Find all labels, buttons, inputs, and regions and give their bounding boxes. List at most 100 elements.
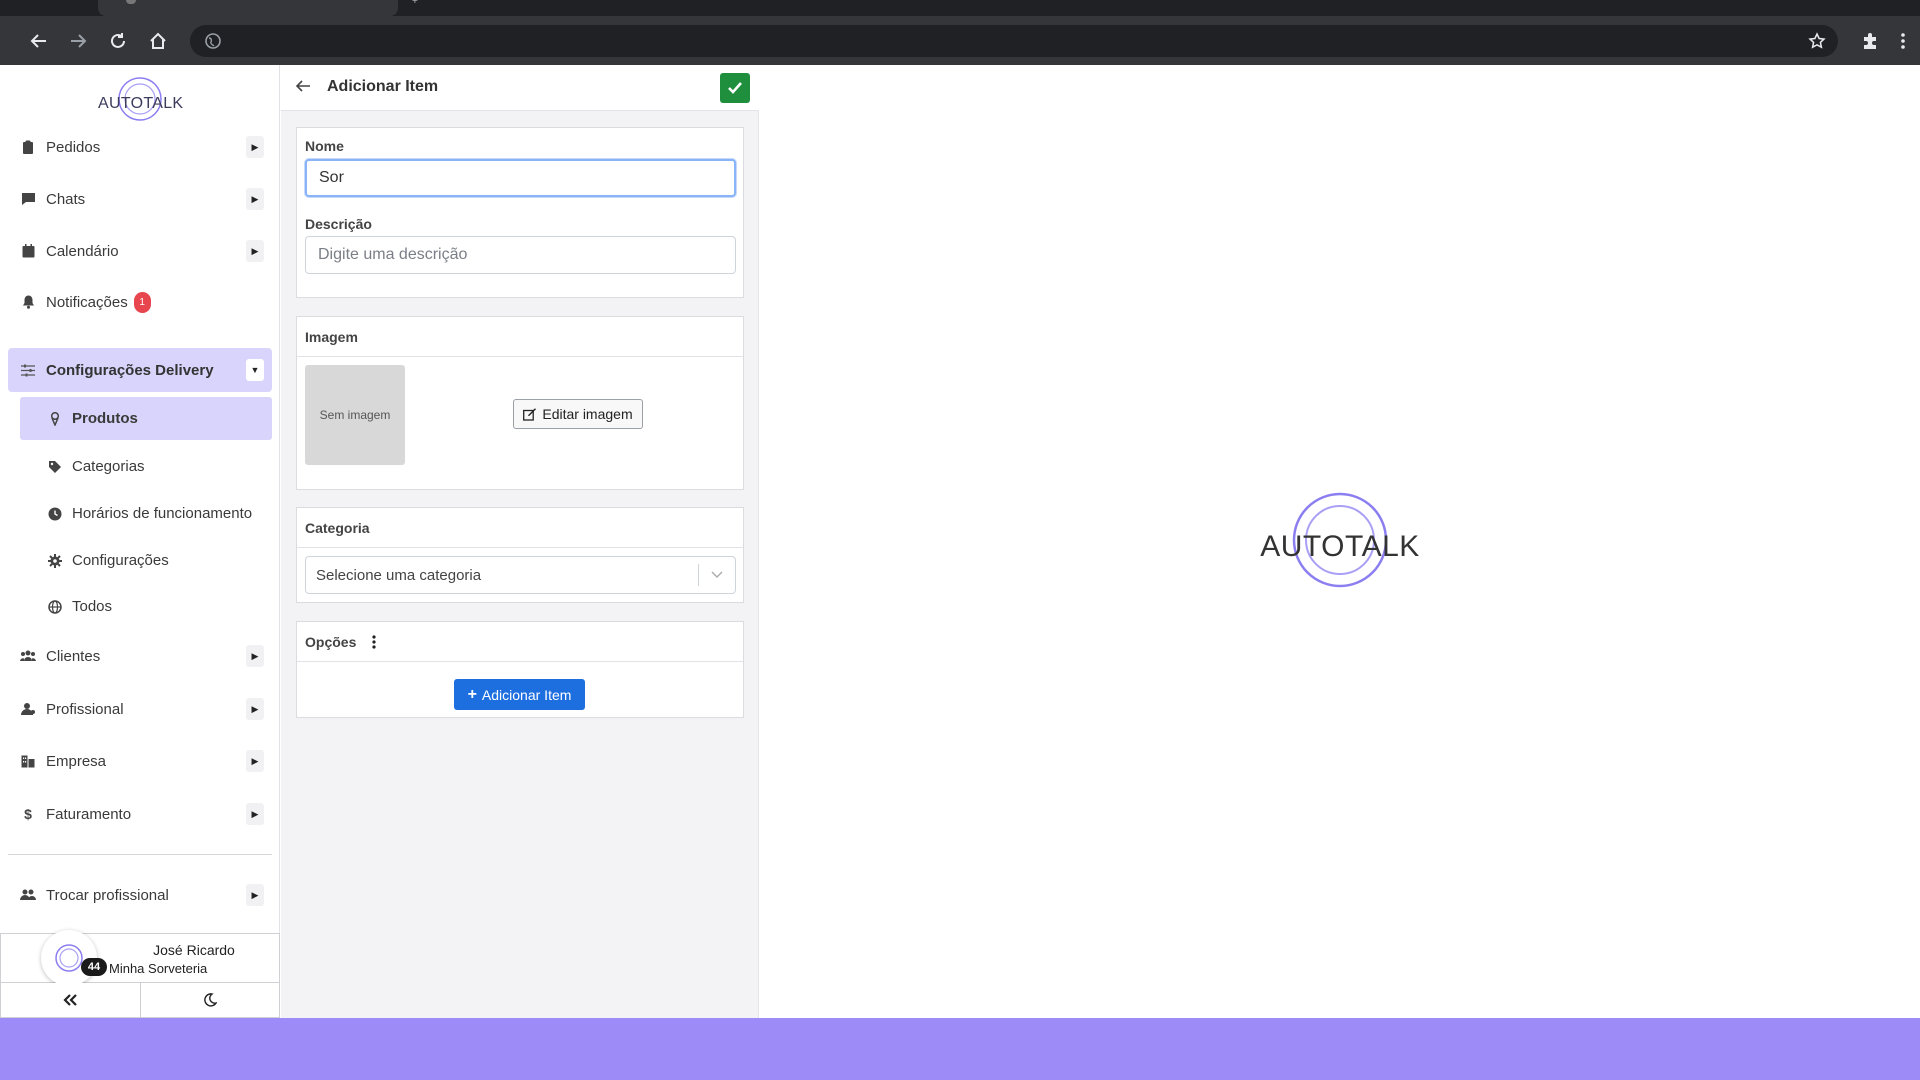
reload-icon[interactable] [103, 26, 133, 56]
sidebar-subitem-configuracoes[interactable]: Configurações [20, 539, 272, 582]
check-icon [728, 82, 742, 94]
sidebar-subitem-horarios[interactable]: Horários de funcionamento [20, 492, 272, 535]
home-icon[interactable] [143, 26, 173, 56]
ice-cream-icon [46, 411, 64, 426]
panel-header: Adicionar Item [281, 65, 759, 111]
chevron-down-icon[interactable] [699, 571, 735, 579]
user-card[interactable]: 44 José Ricardo Minha Sorveteria [0, 930, 280, 986]
sidebar-subitem-label: Todos [72, 598, 113, 615]
sidebar-item-label: Empresa [46, 752, 107, 770]
image-card: Imagem Sem imagem Editar imagem [296, 316, 744, 490]
sidebar-item-empresa[interactable]: Empresa ▶ [8, 741, 272, 781]
caret-right-icon[interactable]: ▶ [246, 188, 264, 210]
new-tab-icon[interactable]: + [412, 0, 424, 7]
category-header: Categoria [297, 508, 743, 548]
bottom-accent-bar [0, 1018, 1920, 1080]
browser-tabstrip: + [0, 0, 1920, 16]
site-info-icon[interactable] [204, 32, 222, 55]
options-card: Opções + Adicionar Item [296, 621, 744, 718]
options-header: Opções [297, 622, 743, 662]
name-input[interactable] [305, 159, 736, 197]
options-header-label: Opções [305, 633, 357, 650]
tag-icon [46, 460, 64, 474]
sidebar-item-label: Clientes [46, 647, 101, 665]
bell-icon [18, 295, 38, 309]
sidebar-subitem-label: Configurações [72, 552, 169, 569]
sidebar-item-faturamento[interactable]: $ Faturamento ▶ [8, 794, 272, 834]
sidebar-item-profissional[interactable]: Profissional ▶ [8, 689, 272, 729]
sidebar-item-calendario[interactable]: Calendário ▶ [8, 231, 272, 271]
globe-icon [46, 599, 64, 614]
dark-mode-button[interactable] [139, 983, 279, 1017]
category-select[interactable]: Selecione uma categoria [305, 556, 736, 594]
sidebar-item-configuracoes-delivery[interactable]: Configurações Delivery ▼ [8, 348, 272, 392]
caret-right-icon[interactable]: ▶ [246, 645, 264, 667]
gear-icon [46, 553, 64, 568]
caret-right-icon[interactable]: ▶ [246, 803, 264, 825]
caret-down-icon[interactable]: ▼ [246, 359, 264, 381]
sidebar-item-label: Profissional [46, 700, 124, 718]
kebab-menu-icon[interactable] [372, 634, 376, 649]
main-canvas: AUTOTALK [760, 65, 1920, 1018]
logo-text: AUTOTALK [98, 95, 184, 112]
caret-right-icon[interactable]: ▶ [246, 136, 264, 158]
moon-icon [203, 993, 217, 1007]
edit-image-label: Editar imagem [542, 406, 633, 422]
add-item-button[interactable]: + Adicionar Item [454, 679, 585, 710]
sidebar-item-label: Trocar profissional [46, 886, 169, 904]
description-label: Descrição [305, 216, 372, 232]
sidebar-item-label: Calendário [46, 242, 119, 260]
edit-image-button[interactable]: Editar imagem [513, 399, 643, 429]
sidebar-subitem-categorias[interactable]: Categorias [20, 445, 272, 488]
basic-info-card: Nome Descrição [296, 127, 744, 298]
sidebar-item-label: Faturamento [46, 805, 132, 823]
forward-icon[interactable] [63, 26, 93, 56]
user-company: Minha Sorveteria [109, 961, 208, 976]
calendar-icon [18, 244, 38, 258]
confirm-button[interactable] [720, 73, 750, 103]
back-icon[interactable] [24, 26, 54, 56]
user-count-badge: 44 [81, 958, 107, 976]
center-logo: AUTOTALK [1258, 490, 1422, 590]
sidebar-item-chats[interactable]: Chats ▶ [8, 179, 272, 219]
page-title: Adicionar Item [327, 78, 439, 95]
caret-right-icon[interactable]: ▶ [246, 750, 264, 772]
sidebar-subitem-todos[interactable]: Todos [20, 585, 272, 628]
dollar-icon: $ [24, 806, 32, 822]
edit-icon [523, 407, 537, 421]
category-card: Categoria Selecione uma categoria [296, 507, 744, 603]
sidebar-logo[interactable]: AUTOTALK [98, 73, 184, 125]
sidebar-item-label: Chats [46, 190, 86, 208]
address-bar[interactable] [190, 25, 1838, 57]
sidebar-item-notificacoes[interactable]: Notificações 1 [8, 282, 272, 322]
sidebar-item-clientes[interactable]: Clientes ▶ [8, 636, 272, 676]
browser-tab[interactable] [98, 0, 398, 16]
browser-menu-icon[interactable] [1888, 26, 1918, 56]
sidebar-item-label: Notificações [46, 293, 128, 311]
clock-icon [46, 507, 64, 521]
caret-right-icon[interactable]: ▶ [246, 884, 264, 906]
name-label: Nome [305, 138, 344, 154]
sidebar-item-trocar-profissional[interactable]: Trocar profissional ▶ [8, 875, 272, 915]
avatar-logo-icon [55, 944, 83, 972]
sidebar-item-pedidos[interactable]: Pedidos ▶ [8, 127, 272, 167]
category-select-value: Selecione uma categoria [316, 566, 482, 584]
sidebar: AUTOTALK Pedidos ▶ Chats ▶ Calendário ▶ … [0, 65, 280, 1018]
clipboard-icon [18, 140, 38, 155]
image-header: Imagem [297, 317, 743, 357]
description-input[interactable] [305, 236, 736, 274]
extensions-icon[interactable] [1855, 26, 1885, 56]
user-name: José Ricardo [153, 942, 235, 958]
back-arrow-icon[interactable] [295, 77, 315, 97]
caret-right-icon[interactable]: ▶ [246, 698, 264, 720]
sidebar-subitem-label: Categorias [72, 458, 145, 475]
collapse-sidebar-button[interactable] [1, 983, 140, 1017]
caret-right-icon[interactable]: ▶ [246, 240, 264, 262]
center-logo-text: AUTOTALK [1260, 530, 1420, 563]
add-item-label: Adicionar Item [481, 686, 572, 703]
plus-icon: + [467, 685, 477, 703]
sidebar-item-label: Configurações Delivery [46, 361, 214, 379]
bookmark-star-icon[interactable] [1808, 32, 1826, 55]
sidebar-subitem-produtos[interactable]: Produtos [20, 397, 272, 440]
sidebar-footer [0, 983, 280, 1018]
